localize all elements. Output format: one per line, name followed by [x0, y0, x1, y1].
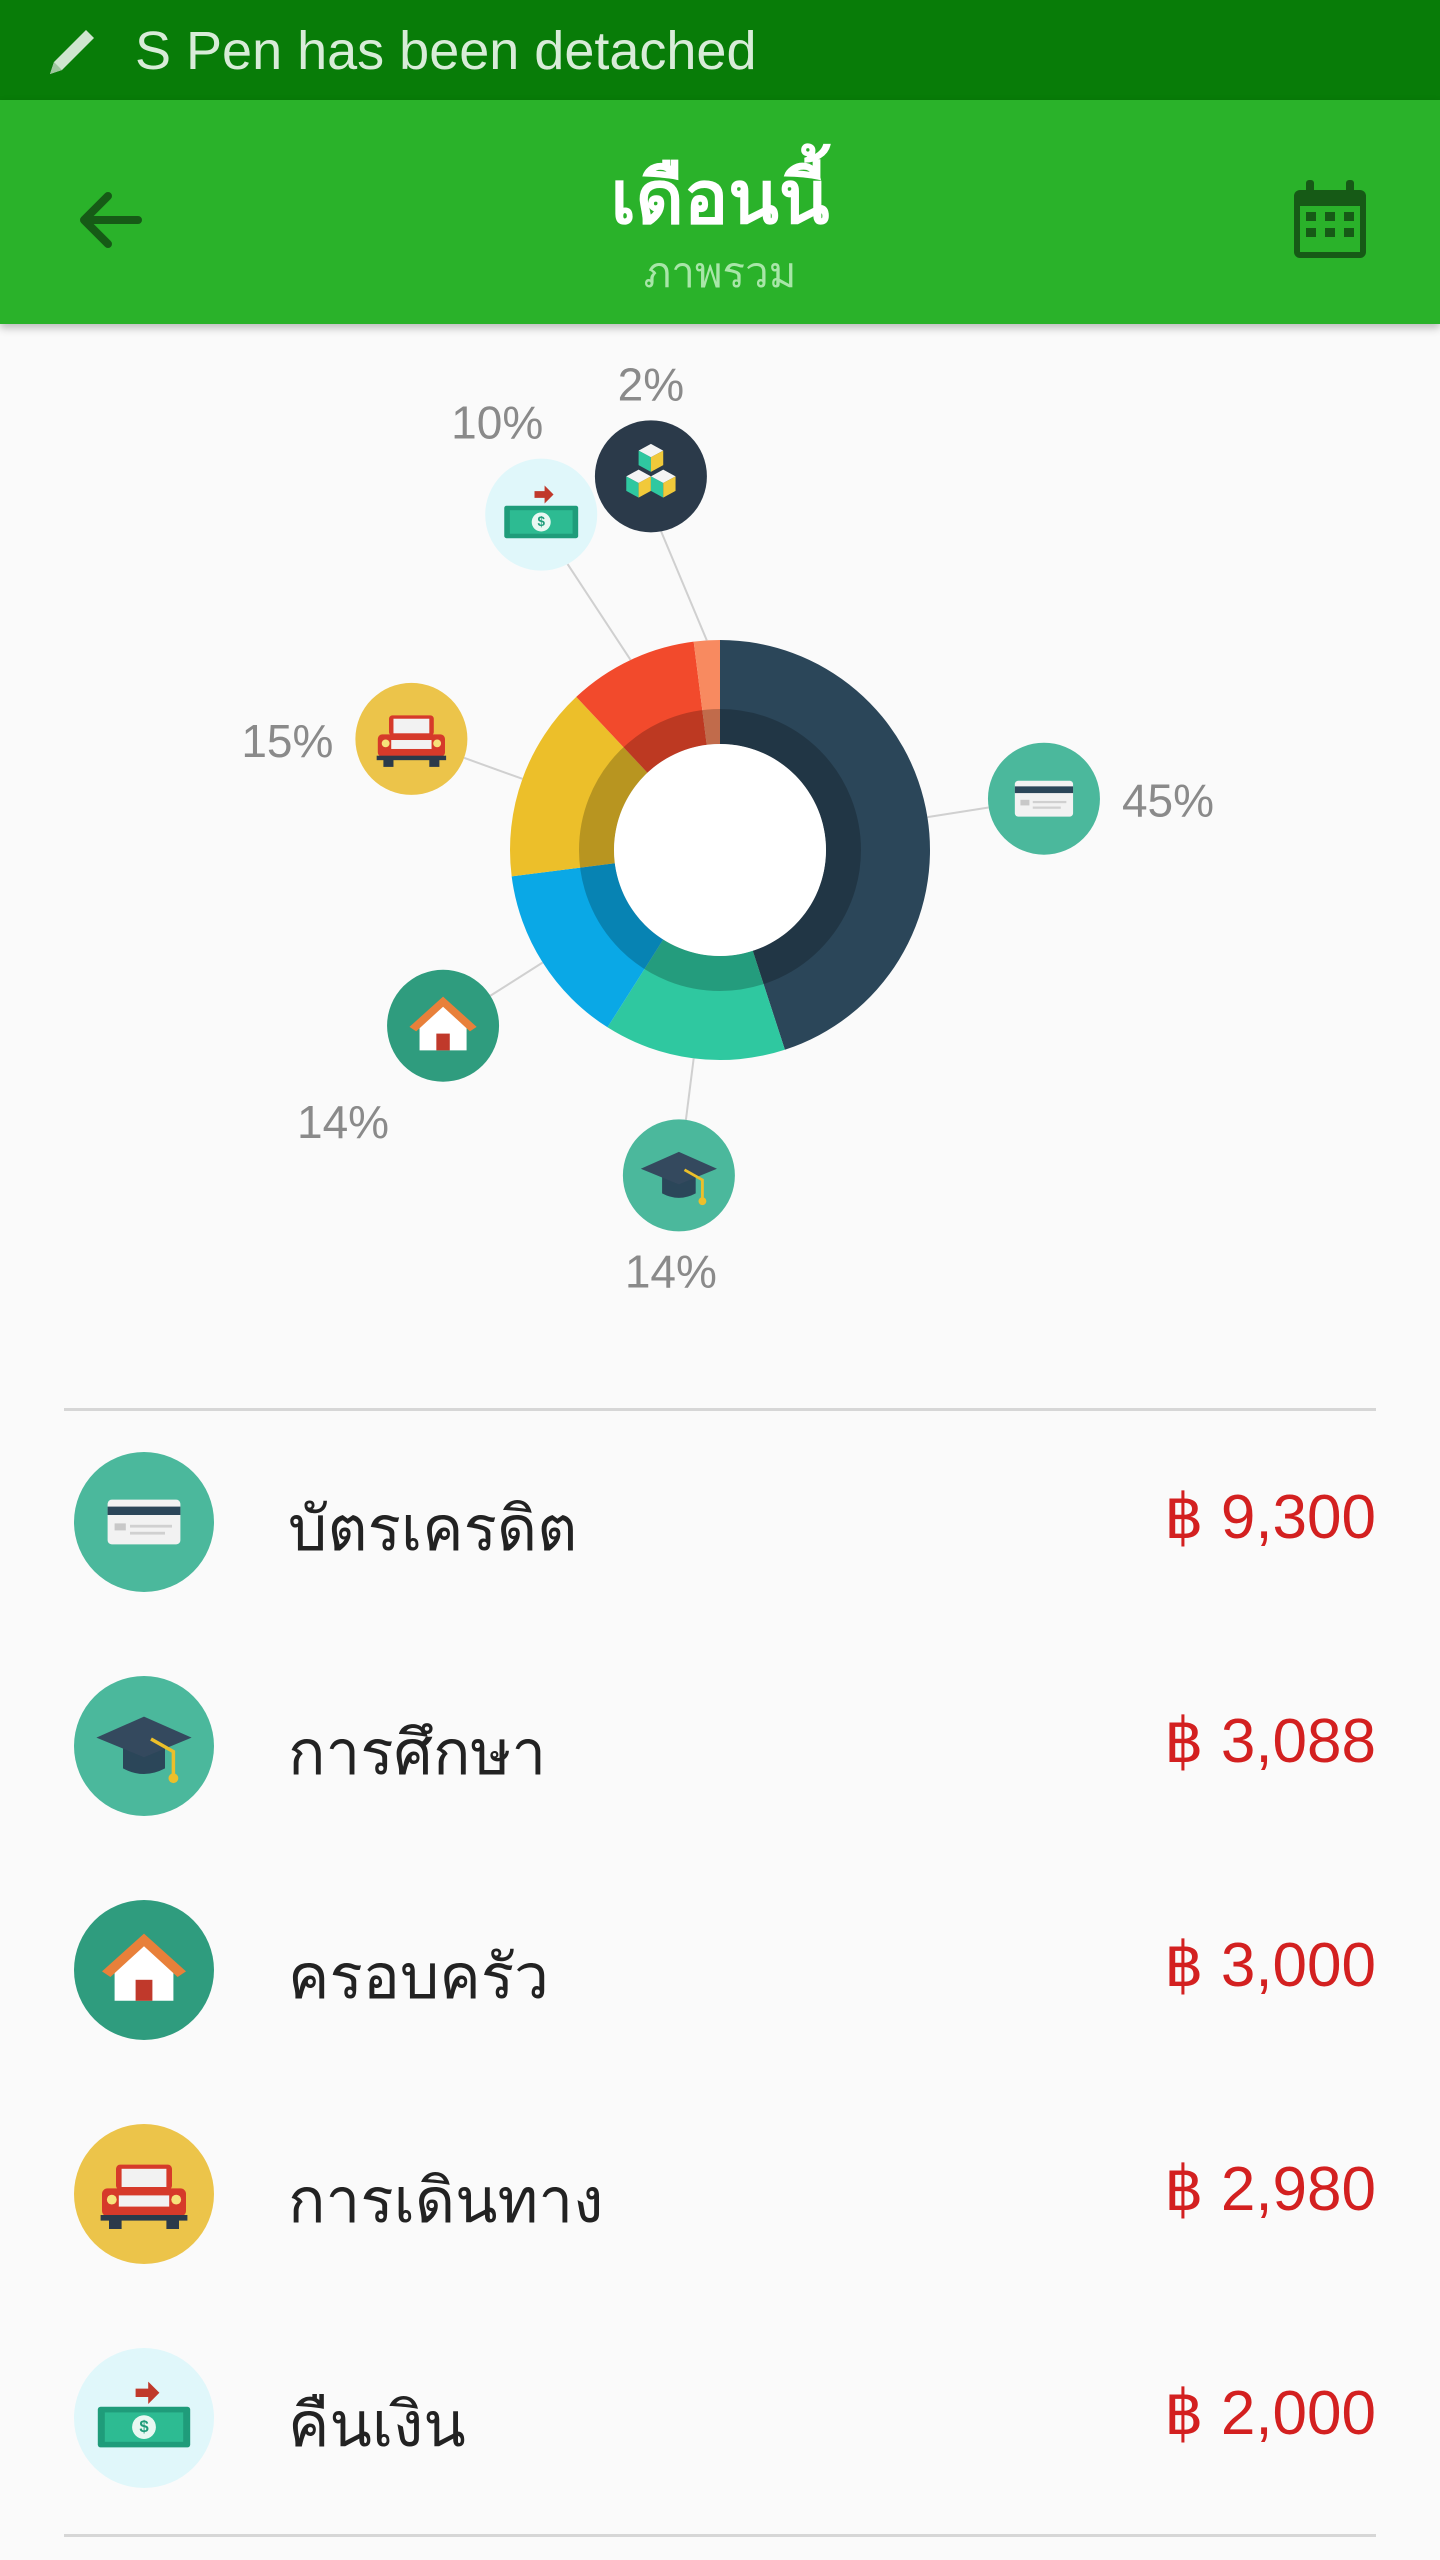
percent-label: 2%: [618, 358, 684, 410]
money-icon: $: [74, 2348, 214, 2488]
calendar-button[interactable]: [1270, 160, 1390, 280]
category-amount: ฿ 2,000: [1164, 2379, 1376, 2448]
list-item[interactable]: บัตรเครดิต ฿ 9,300: [0, 1410, 1440, 1634]
notification-bar[interactable]: S Pen has been detached: [0, 0, 1440, 100]
list-item[interactable]: $ คืนเงิน ฿ 2,000: [0, 2306, 1440, 2530]
category-amount: ฿ 3,088: [1164, 1707, 1376, 1776]
credit-card-icon: [987, 742, 1100, 855]
category-amount: ฿ 9,300: [1164, 1483, 1376, 1552]
category-label: การศึกษา: [288, 1716, 547, 1789]
percent-label: 10%: [451, 397, 543, 449]
divider: [64, 2534, 1376, 2537]
pen-icon: [50, 30, 94, 74]
leader-line: [927, 806, 989, 819]
notification-text: S Pen has been detached: [135, 21, 757, 81]
graduation-cap-icon: [74, 1676, 214, 1816]
category-amount: ฿ 2,980: [1164, 2155, 1376, 2224]
donut-center: [614, 744, 826, 956]
page-subtitle: ภาพรวม: [643, 248, 797, 297]
graduation-cap-icon: [622, 1119, 735, 1232]
credit-card-icon: [74, 1452, 214, 1592]
car-icon: [74, 2124, 214, 2264]
leader-line: [489, 961, 544, 997]
list-item[interactable]: การเดินทาง ฿ 2,980: [0, 2082, 1440, 2306]
calendar-icon: [1294, 180, 1366, 258]
donut-chart: 45% 14% 14% 15% $ 10% 2%: [241, 358, 1214, 1297]
expense-chart: 45% 14% 14% 15% $ 10% 2%: [0, 324, 1440, 1354]
app-bar: เดือนนี้ ภาพรวม: [0, 100, 1440, 324]
page-title: เดือนนี้: [610, 155, 830, 241]
percent-label: 14%: [297, 1096, 389, 1148]
house-icon: [387, 969, 500, 1082]
car-icon: [355, 682, 468, 795]
percent-label: 14%: [625, 1245, 717, 1297]
category-label: การเดินทาง: [288, 2164, 604, 2237]
leader-line: [463, 756, 523, 780]
category-label: บัตรเครดิต: [288, 1492, 578, 1565]
list-item[interactable]: การศึกษา ฿ 3,088: [0, 1634, 1440, 1858]
svg-text:$: $: [139, 2417, 149, 2436]
svg-text:$: $: [537, 514, 545, 529]
category-label: คืนเงิน: [288, 2388, 466, 2461]
percent-label: 15%: [241, 715, 333, 767]
leader-line: [684, 1058, 695, 1120]
list-item[interactable]: ครอบครัว ฿ 3,000: [0, 1858, 1440, 2082]
boxes-icon: [594, 420, 707, 533]
category-label: ครอบครัว: [288, 1940, 549, 2013]
percent-label: 45%: [1122, 775, 1214, 827]
leader-line: [660, 531, 708, 641]
category-amount: ฿ 3,000: [1164, 1931, 1376, 2000]
leader-line: [566, 563, 632, 661]
house-icon: [74, 1900, 214, 2040]
money-icon: $: [485, 458, 598, 571]
